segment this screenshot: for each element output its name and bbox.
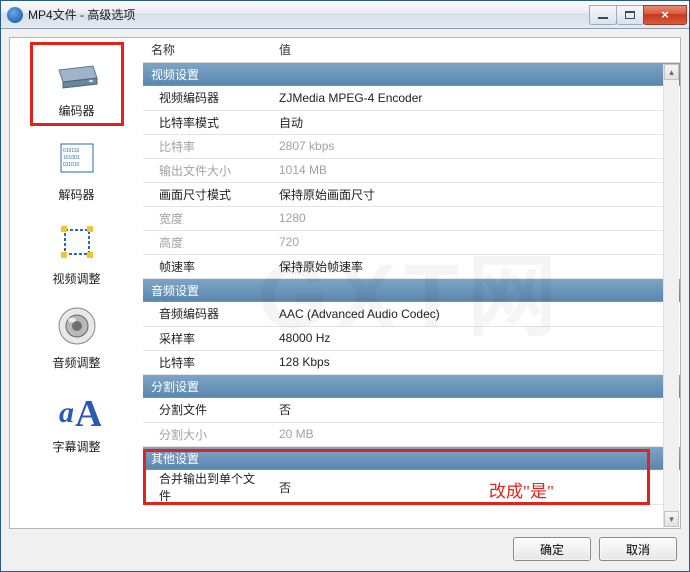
property-name: 比特率 (143, 350, 271, 374)
sidebar-item-label: 解码器 (58, 186, 94, 203)
drive-icon (53, 50, 101, 98)
property-row[interactable]: 采样率48000 Hz (143, 326, 680, 350)
main-panel: 编码器 010110101001011010 解码器 视频调整 (9, 37, 681, 529)
property-name: 帧速率 (143, 254, 271, 278)
section-header[interactable]: 音频设置 (143, 278, 680, 302)
property-name: 比特率 (143, 134, 271, 158)
client-area: 编码器 010110101001011010 解码器 视频调整 (1, 29, 689, 571)
property-row[interactable]: 分割文件否 (143, 398, 680, 422)
section-header[interactable]: 分割设置 (143, 374, 680, 398)
matrix-icon: 010110101001011010 (53, 134, 101, 182)
ok-button[interactable]: 确定 (513, 537, 591, 561)
app-window: MP4文件 - 高级选项 × 编码器 010110101001011010 (0, 0, 690, 572)
vertical-scrollbar[interactable]: ▴ ▾ (663, 64, 679, 527)
section-header[interactable]: 视频设置 (143, 62, 680, 86)
scroll-down-button[interactable]: ▾ (664, 511, 679, 527)
property-value[interactable]: AAC (Advanced Audio Codec) (271, 302, 680, 326)
property-name: 分割文件 (143, 398, 271, 422)
sidebar-item-video-adjust[interactable]: 视频调整 (30, 210, 124, 294)
maximize-button[interactable] (616, 5, 644, 25)
svg-text:011010: 011010 (63, 162, 80, 168)
sidebar-item-subtitle-adjust[interactable]: aA 字幕调整 (30, 378, 124, 462)
property-value[interactable]: 48000 Hz (271, 326, 680, 350)
property-row: 高度720 (143, 230, 680, 254)
content-panel: GXT网 名称 值 视频设置视频编码器ZJMedia MPEG-4 Encode… (143, 38, 680, 528)
cancel-button[interactable]: 取消 (599, 537, 677, 561)
property-name: 分割大小 (143, 422, 271, 446)
app-icon (7, 7, 23, 23)
property-name: 音频编码器 (143, 302, 271, 326)
sidebar-item-label: 编码器 (58, 102, 94, 119)
svg-text:a: a (59, 396, 74, 429)
property-value: 1280 (271, 206, 680, 230)
property-value: 20 MB (271, 422, 680, 446)
property-row[interactable]: 帧速率保持原始帧速率 (143, 254, 680, 278)
scroll-track[interactable] (664, 80, 679, 511)
svg-text:A: A (75, 393, 101, 434)
property-name: 画面尺寸模式 (143, 182, 271, 206)
property-value[interactable]: ZJMedia MPEG-4 Encoder (271, 86, 680, 110)
property-value: 1014 MB (271, 158, 680, 182)
property-name: 高度 (143, 230, 271, 254)
titlebar[interactable]: MP4文件 - 高级选项 × (1, 1, 689, 29)
property-name: 宽度 (143, 206, 271, 230)
column-header-name[interactable]: 名称 (143, 38, 271, 62)
property-value[interactable]: 128 Kbps (271, 350, 680, 374)
sidebar-item-label: 字幕调整 (52, 438, 100, 455)
minimize-button[interactable] (589, 5, 617, 25)
property-row[interactable]: 视频编码器ZJMedia MPEG-4 Encoder (143, 86, 680, 110)
annotation-text: 改成"是" (489, 477, 554, 502)
scroll-up-button[interactable]: ▴ (664, 64, 679, 80)
property-row[interactable]: 音频编码器AAC (Advanced Audio Codec) (143, 302, 680, 326)
property-row: 分割大小20 MB (143, 422, 680, 446)
sidebar: 编码器 010110101001011010 解码器 视频调整 (10, 38, 143, 528)
column-header-value[interactable]: 值 (271, 38, 680, 62)
property-value[interactable]: 保持原始画面尺寸 (271, 182, 680, 206)
property-row[interactable]: 画面尺寸模式保持原始画面尺寸 (143, 182, 680, 206)
font-icon: aA (53, 386, 101, 434)
sidebar-item-label: 音频调整 (52, 354, 100, 371)
property-value[interactable]: 保持原始帧速率 (271, 254, 680, 278)
close-button[interactable]: × (643, 5, 687, 25)
speaker-icon (53, 302, 101, 350)
property-table: 名称 值 视频设置视频编码器ZJMedia MPEG-4 Encoder比特率模… (143, 38, 680, 505)
svg-text:101001: 101001 (63, 155, 80, 161)
svg-text:010110: 010110 (63, 148, 80, 154)
property-name: 合并输出到单个文件 (143, 470, 271, 505)
property-value[interactable]: 否 (271, 398, 680, 422)
window-title: MP4文件 - 高级选项 (28, 6, 590, 23)
section-header[interactable]: 其他设置 (143, 446, 680, 470)
property-row[interactable]: 合并输出到单个文件否 (143, 470, 680, 505)
property-value[interactable]: 否 (271, 470, 680, 505)
sidebar-item-label: 视频调整 (52, 270, 100, 287)
sidebar-item-decoder[interactable]: 010110101001011010 解码器 (30, 126, 124, 210)
property-row[interactable]: 比特率模式自动 (143, 110, 680, 134)
crop-icon (53, 218, 101, 266)
property-name: 视频编码器 (143, 86, 271, 110)
sidebar-item-encoder[interactable]: 编码器 (30, 42, 124, 126)
property-row: 宽度1280 (143, 206, 680, 230)
property-row[interactable]: 比特率128 Kbps (143, 350, 680, 374)
dialog-footer: 确定 取消 (9, 535, 681, 563)
property-name: 采样率 (143, 326, 271, 350)
property-value: 720 (271, 230, 680, 254)
property-name: 输出文件大小 (143, 158, 271, 182)
sidebar-item-audio-adjust[interactable]: 音频调整 (30, 294, 124, 378)
property-value: 2807 kbps (271, 134, 680, 158)
property-row: 比特率2807 kbps (143, 134, 680, 158)
property-name: 比特率模式 (143, 110, 271, 134)
property-value[interactable]: 自动 (271, 110, 680, 134)
property-row: 输出文件大小1014 MB (143, 158, 680, 182)
window-controls: × (590, 5, 687, 25)
